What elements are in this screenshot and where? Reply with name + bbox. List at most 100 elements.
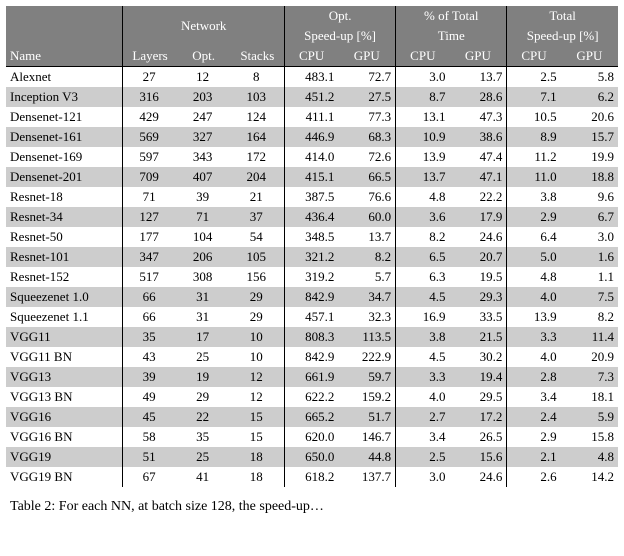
- cell: 3.3: [396, 367, 450, 387]
- cell-name: VGG13 BN: [6, 387, 123, 407]
- col-stacks: Stacks: [231, 46, 285, 67]
- cell-name: Alexnet: [6, 67, 123, 88]
- cell: 203: [177, 87, 231, 107]
- cell: 20.7: [450, 247, 507, 267]
- cell: 8.9: [507, 127, 561, 147]
- cell: 4.5: [396, 347, 450, 367]
- cell: 60.0: [338, 207, 395, 227]
- cell: 47.1: [450, 167, 507, 187]
- cell: 15.6: [450, 447, 507, 467]
- cell: 343: [177, 147, 231, 167]
- cell-name: Resnet-50: [6, 227, 123, 247]
- cell: 29: [231, 287, 285, 307]
- cell-name: Resnet-18: [6, 187, 123, 207]
- cell: 6.3: [396, 267, 450, 287]
- table-row: VGG16452215665.251.72.717.22.45.9: [6, 407, 618, 427]
- cell: 4.0: [507, 347, 561, 367]
- cell: 2.1: [507, 447, 561, 467]
- cell: 247: [177, 107, 231, 127]
- cell: 411.1: [284, 107, 338, 127]
- cell: 429: [123, 107, 177, 127]
- cell: 72.6: [338, 147, 395, 167]
- cell: 27.5: [338, 87, 395, 107]
- cell: 17: [177, 327, 231, 347]
- cell: 436.4: [284, 207, 338, 227]
- cell: 137.7: [338, 467, 395, 487]
- col-layers: Layers: [123, 46, 177, 67]
- cell: 8.2: [561, 307, 618, 327]
- cell: 387.5: [284, 187, 338, 207]
- results-table: Name Network Opt. % of Total Total Speed…: [6, 6, 618, 487]
- cell: 319.2: [284, 267, 338, 287]
- cell: 11.0: [507, 167, 561, 187]
- table-row: VGG11351710808.3113.53.821.53.311.4: [6, 327, 618, 347]
- table-body: Alexnet27128483.172.73.013.72.55.8Incept…: [6, 67, 618, 488]
- cell: 39: [177, 187, 231, 207]
- cell: 620.0: [284, 427, 338, 447]
- cell: 38.6: [450, 127, 507, 147]
- cell: 10: [231, 327, 285, 347]
- cell: 39: [123, 367, 177, 387]
- cell: 47.3: [450, 107, 507, 127]
- cell: 6.4: [507, 227, 561, 247]
- cell: 2.4: [507, 407, 561, 427]
- cell: 316: [123, 87, 177, 107]
- cell: 12: [177, 67, 231, 88]
- cell: 569: [123, 127, 177, 147]
- cell: 25: [177, 447, 231, 467]
- col-pct-gpu: GPU: [450, 46, 507, 67]
- grp-total-1: Total: [507, 6, 618, 26]
- cell-name: Resnet-152: [6, 267, 123, 287]
- cell: 10: [231, 347, 285, 367]
- cell: 808.3: [284, 327, 338, 347]
- cell: 37: [231, 207, 285, 227]
- cell: 7.1: [507, 87, 561, 107]
- cell: 2.9: [507, 427, 561, 447]
- cell: 15: [231, 407, 285, 427]
- cell: 3.3: [507, 327, 561, 347]
- cell: 457.1: [284, 307, 338, 327]
- cell: 113.5: [338, 327, 395, 347]
- cell: 650.0: [284, 447, 338, 467]
- cell: 8: [231, 67, 285, 88]
- cell: 29.3: [450, 287, 507, 307]
- cell: 2.8: [507, 367, 561, 387]
- cell: 22: [177, 407, 231, 427]
- cell: 21.5: [450, 327, 507, 347]
- col-opt-gpu: GPU: [338, 46, 395, 67]
- cell: 327: [177, 127, 231, 147]
- cell: 18: [231, 467, 285, 487]
- cell: 21: [231, 187, 285, 207]
- cell: 347: [123, 247, 177, 267]
- cell: 10.5: [507, 107, 561, 127]
- cell-name: VGG19: [6, 447, 123, 467]
- table-row: Densenet-121429247124411.177.313.147.310…: [6, 107, 618, 127]
- cell: 29: [231, 307, 285, 327]
- cell: 1.6: [561, 247, 618, 267]
- cell: 5.0: [507, 247, 561, 267]
- cell: 5.8: [561, 67, 618, 88]
- cell: 13.9: [396, 147, 450, 167]
- cell: 29.5: [450, 387, 507, 407]
- cell: 24.6: [450, 467, 507, 487]
- cell: 124: [231, 107, 285, 127]
- cell: 2.9: [507, 207, 561, 227]
- table-row: Resnet-5017710454348.513.78.224.66.43.0: [6, 227, 618, 247]
- cell: 35: [177, 427, 231, 447]
- cell: 67: [123, 467, 177, 487]
- cell: 15.7: [561, 127, 618, 147]
- cell: 16.9: [396, 307, 450, 327]
- table-row: Alexnet27128483.172.73.013.72.55.8: [6, 67, 618, 88]
- cell: 4.0: [507, 287, 561, 307]
- cell: 177: [123, 227, 177, 247]
- table-row: VGG19512518650.044.82.515.62.14.8: [6, 447, 618, 467]
- cell: 17.9: [450, 207, 507, 227]
- grp-total-2: Speed-up [%]: [507, 26, 618, 46]
- cell: 4.0: [396, 387, 450, 407]
- table-row: VGG19 BN674118618.2137.73.024.62.614.2: [6, 467, 618, 487]
- cell: 127: [123, 207, 177, 227]
- cell: 41: [177, 467, 231, 487]
- cell: 28.6: [450, 87, 507, 107]
- cell: 71: [123, 187, 177, 207]
- cell: 15: [231, 427, 285, 447]
